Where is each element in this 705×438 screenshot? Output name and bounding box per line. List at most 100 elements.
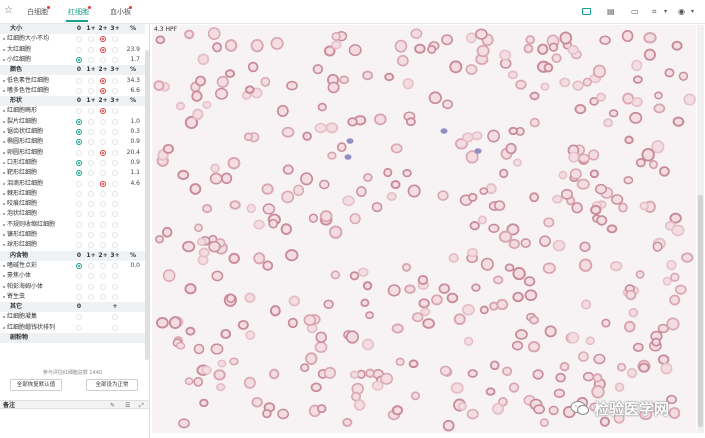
grade-radio-0[interactable]	[76, 36, 82, 43]
grade-radio-2[interactable]	[100, 273, 106, 280]
grade-radio-3[interactable]	[112, 262, 118, 269]
grade-radio-1[interactable]	[88, 139, 94, 146]
grade-radio-2[interactable]	[100, 46, 106, 53]
expand-icon[interactable]: ⤢	[139, 402, 144, 409]
grade-radio-0[interactable]	[76, 190, 82, 197]
grade-radio-1[interactable]	[88, 77, 94, 84]
grade-radio-1[interactable]	[88, 211, 94, 218]
list-icon[interactable]: ☰	[125, 402, 130, 409]
grade-radio-1[interactable]	[88, 108, 94, 115]
grade-radio-0[interactable]	[76, 232, 82, 238]
grade-radio-0[interactable]	[76, 77, 82, 84]
grade-radio-0[interactable]	[76, 262, 82, 269]
tab-platelet[interactable]: 血小板	[110, 8, 131, 16]
grade-radio-0[interactable]	[76, 118, 82, 125]
grade-radio-0[interactable]	[76, 221, 82, 228]
grade-radio-2[interactable]	[100, 242, 106, 249]
grade-radio-3[interactable]	[112, 139, 118, 146]
set-all-normal-button[interactable]: 全部设为正常	[86, 379, 138, 391]
grade-radio-3[interactable]	[112, 283, 118, 290]
grade-radio-3[interactable]	[112, 201, 118, 208]
grade-radio-1[interactable]	[88, 232, 94, 238]
grade-radio-1[interactable]	[88, 262, 94, 269]
grade-radio-0[interactable]	[76, 56, 82, 63]
grade-radio-0[interactable]	[76, 108, 82, 115]
grade-radio-1[interactable]	[88, 159, 94, 166]
eye-icon[interactable]: ◉	[678, 7, 685, 16]
grade-radio-3[interactable]	[112, 180, 118, 187]
folder-icon[interactable]: ▤	[607, 7, 615, 16]
grade-radio-3[interactable]	[112, 232, 118, 238]
grade-radio-1[interactable]	[88, 87, 94, 94]
grade-radio-3[interactable]	[112, 190, 118, 197]
chevron-down-icon[interactable]: ▾	[664, 7, 667, 16]
grade-radio-3[interactable]	[112, 159, 118, 166]
grade-radio-2[interactable]	[100, 211, 106, 218]
grade-radio-2[interactable]	[100, 77, 106, 84]
grade-radio-0[interactable]	[76, 273, 82, 280]
grade-radio-3[interactable]	[112, 77, 118, 84]
grade-radio-1[interactable]	[88, 170, 94, 177]
grade-radio-3[interactable]	[112, 36, 118, 43]
grade-radio-2[interactable]	[100, 108, 106, 115]
grade-radio-2[interactable]	[100, 149, 106, 156]
grade-radio-2[interactable]	[100, 232, 106, 238]
grade-radio-2[interactable]	[100, 139, 106, 146]
grade-radio-0[interactable]	[76, 211, 82, 218]
grade-radio-1[interactable]	[88, 180, 94, 187]
grade-radio-0[interactable]	[76, 180, 82, 187]
edit-icon[interactable]: ✎	[110, 402, 115, 409]
grade-radio-1[interactable]	[88, 46, 94, 53]
grade-radio-3[interactable]	[112, 129, 118, 135]
grade-radio-2[interactable]	[100, 87, 106, 94]
chevron-down-icon[interactable]: ▾	[691, 7, 694, 16]
grade-radio-1[interactable]	[88, 283, 94, 290]
grade-radio-1[interactable]	[88, 118, 94, 125]
grade-radio-3[interactable]	[112, 87, 118, 94]
grade-radio-1[interactable]	[88, 201, 94, 208]
grade-radio-0[interactable]	[76, 283, 82, 290]
grade-radio-1[interactable]	[88, 129, 94, 135]
grade-radio-3[interactable]	[112, 242, 118, 249]
star-icon[interactable]: ☆	[4, 6, 14, 16]
grade-radio-0[interactable]	[76, 129, 82, 135]
blood-smear-image[interactable]	[152, 25, 696, 433]
grade-radio-3[interactable]	[112, 56, 118, 63]
reset-default-button[interactable]: 全部恢复默认值	[10, 379, 62, 391]
grade-radio-0[interactable]	[76, 201, 82, 208]
grade-radio-1[interactable]	[88, 56, 94, 63]
grade-radio-1[interactable]	[88, 293, 94, 300]
grade-radio-0[interactable]	[76, 242, 82, 249]
grade-radio-0[interactable]	[76, 314, 82, 321]
grade-radio-1[interactable]	[88, 149, 94, 156]
panel-scrollbar[interactable]	[145, 50, 149, 360]
grade-radio-1[interactable]	[88, 221, 94, 228]
grade-radio-0[interactable]	[76, 293, 82, 300]
grade-radio-3[interactable]	[112, 273, 118, 280]
tab-rbc[interactable]: 红细胞	[68, 8, 89, 16]
grade-radio-2[interactable]	[100, 118, 106, 125]
grade-radio-3[interactable]	[112, 211, 118, 218]
grade-radio-1[interactable]	[88, 36, 94, 43]
image-scrollbar-thumb[interactable]	[698, 195, 703, 427]
grade-radio-2[interactable]	[100, 293, 106, 300]
grade-radio-3[interactable]	[112, 314, 118, 321]
grade-radio-1[interactable]	[88, 190, 94, 197]
grade-radio-2[interactable]	[100, 190, 106, 197]
grade-radio-2[interactable]	[100, 170, 106, 177]
grade-radio-3[interactable]	[112, 170, 118, 177]
grade-radio-3[interactable]	[112, 46, 118, 53]
grade-radio-1[interactable]	[88, 242, 94, 249]
grade-radio-2[interactable]	[100, 180, 106, 187]
grade-radio-0[interactable]	[76, 149, 82, 156]
crop-icon[interactable]: ⌗	[652, 7, 657, 16]
grade-radio-2[interactable]	[100, 221, 106, 228]
grade-radio-0[interactable]	[76, 87, 82, 94]
tab-wbc[interactable]: 白细胞	[27, 8, 48, 16]
grade-radio-0[interactable]	[76, 139, 82, 146]
grade-radio-2[interactable]	[100, 36, 106, 43]
grade-radio-3[interactable]	[112, 221, 118, 228]
grade-radio-2[interactable]	[100, 201, 106, 208]
grade-radio-0[interactable]	[76, 46, 82, 53]
grade-radio-0[interactable]	[76, 324, 82, 331]
